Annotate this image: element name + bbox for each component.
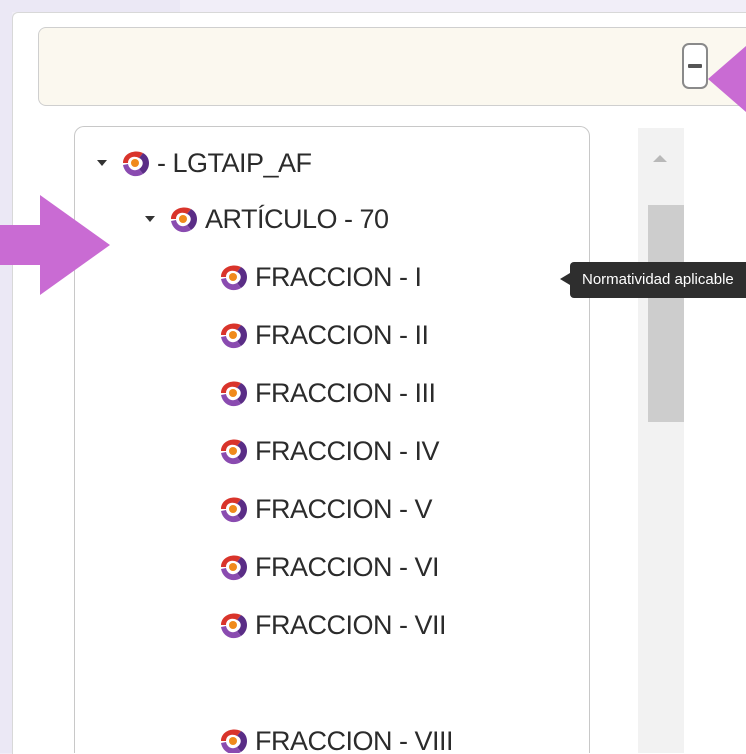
tooltip: Normatividad aplicable: [570, 262, 746, 298]
tree-node-fraction[interactable]: FRACCION - III: [217, 373, 436, 413]
tree-node-label: FRACCION - VIII: [255, 725, 454, 754]
tree-node-fraction[interactable]: FRACCION - VI: [217, 547, 440, 587]
collapse-button[interactable]: [682, 43, 708, 89]
tree-node-article[interactable]: ARTÍCULO - 70: [145, 199, 389, 239]
tree-node-label: FRACCION - IV: [255, 435, 440, 466]
institution-logo-icon: [221, 381, 247, 407]
tree-node-fraction[interactable]: FRACCION - IV: [217, 431, 440, 471]
tree-node-label: FRACCION - III: [255, 377, 436, 408]
tooltip-pointer: [560, 273, 570, 285]
annotation-arrow-right-icon: [0, 195, 110, 295]
minus-icon: [688, 64, 702, 68]
tree-node-label: - LGTAIP_AF: [157, 147, 312, 178]
expand-toggle-icon[interactable]: [97, 160, 107, 166]
institution-logo-icon: [221, 613, 247, 639]
tree-node-label: FRACCION - II: [255, 319, 429, 350]
institution-logo-icon: [221, 323, 247, 349]
tree-node-fraction[interactable]: FRACCION - VIII: [217, 721, 454, 754]
institution-logo-icon: [123, 151, 149, 177]
institution-logo-icon: [221, 555, 247, 581]
tree-node-fraction[interactable]: FRACCION - I: [217, 257, 422, 297]
page-left-margin: [0, 0, 12, 753]
tree-node-label: FRACCION - I: [255, 261, 422, 292]
tree-node-root[interactable]: - LGTAIP_AF: [97, 143, 312, 183]
institution-logo-icon: [171, 207, 197, 233]
tree-node-label: ARTÍCULO - 70: [205, 203, 389, 234]
scroll-up-arrow-icon[interactable]: [653, 155, 667, 162]
institution-logo-icon: [221, 497, 247, 523]
tree-node-fraction[interactable]: FRACCION - VII: [217, 605, 447, 645]
institution-logo-icon: [221, 265, 247, 291]
tree-node-label: FRACCION - V: [255, 493, 433, 524]
institution-logo-icon: [221, 729, 247, 753]
page-top-tab: [0, 0, 180, 12]
institution-logo-icon: [221, 439, 247, 465]
annotation-arrow-left-icon: [708, 46, 746, 112]
tree-view: - LGTAIP_AF ARTÍCULO - 70 FRACCION - I F…: [74, 126, 590, 753]
section-header-bar: [38, 27, 746, 106]
vertical-scrollbar[interactable]: [638, 128, 684, 753]
expand-toggle-icon[interactable]: [145, 216, 155, 222]
tree-node-fraction[interactable]: FRACCION - II: [217, 315, 429, 355]
tree-node-label: FRACCION - VII: [255, 609, 447, 640]
tree-node-label: FRACCION - VI: [255, 551, 440, 582]
scrollbar-thumb[interactable]: [648, 205, 684, 422]
tree-node-fraction[interactable]: FRACCION - V: [217, 489, 433, 529]
